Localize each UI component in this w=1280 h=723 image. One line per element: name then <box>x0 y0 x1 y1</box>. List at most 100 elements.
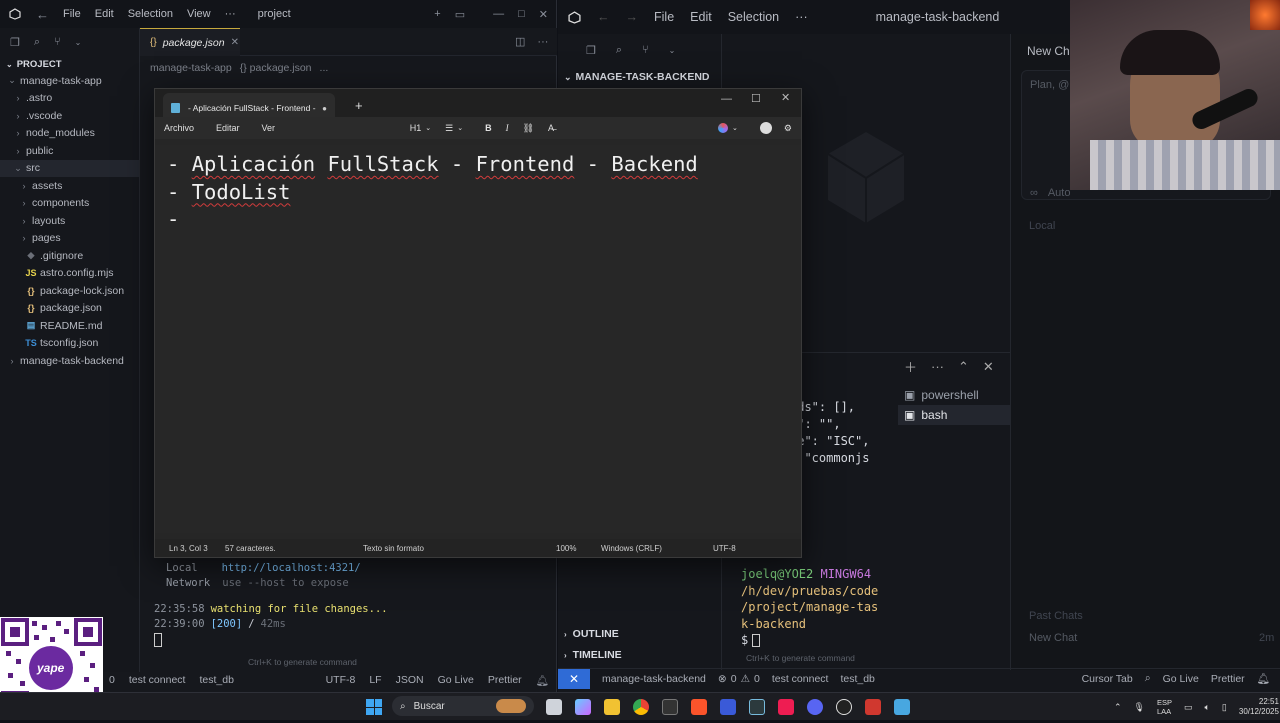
new-tab-icon[interactable]: + <box>355 98 363 113</box>
menu-more-icon[interactable]: ··· <box>225 8 236 20</box>
status-branch[interactable]: manage-task-backend <box>602 673 706 685</box>
tree-item[interactable]: › manage-task-backend <box>0 352 139 370</box>
chevron-down-icon[interactable]: ⌄ <box>75 38 82 47</box>
sidebar-header[interactable]: ⌄ PROJECT <box>0 56 139 72</box>
tree-item[interactable]: {} package-lock.json <box>0 282 139 300</box>
status-db-name[interactable]: test_db <box>199 674 233 686</box>
italic-icon[interactable]: I <box>506 123 509 133</box>
status-go-live[interactable]: Go Live <box>1163 673 1199 685</box>
menu-archivo[interactable]: Archivo <box>164 123 194 133</box>
source-control-icon[interactable]: ⑂ <box>642 44 649 56</box>
breadcrumb-folder[interactable]: manage-task-app <box>150 62 232 74</box>
menu-selection[interactable]: Selection <box>728 10 779 24</box>
explorer-header[interactable]: ⌄ MANAGE-TASK-BACKEND <box>558 66 721 88</box>
maximize-panel-icon[interactable]: ⌃ <box>958 359 969 375</box>
more-icon[interactable]: ··· <box>931 359 944 374</box>
menu-ver[interactable]: Ver <box>262 123 276 133</box>
terminal-local-url[interactable]: http://localhost:4321/ <box>222 562 361 574</box>
layout-icon[interactable]: ▭ <box>455 8 465 21</box>
infinity-icon[interactable]: ∞ <box>1030 187 1038 199</box>
network-icon[interactable]: ▭ <box>1184 702 1193 713</box>
link-icon[interactable]: ⛓ <box>523 123 534 134</box>
close-icon[interactable]: ✕ <box>539 8 548 21</box>
more-actions-icon[interactable]: ··· <box>537 36 548 48</box>
status-problems[interactable]: ⊗ 0 ⚠ 0 <box>718 673 760 685</box>
tree-item[interactable]: › node_modules <box>0 125 139 143</box>
menu-more-icon[interactable]: ··· <box>795 10 808 24</box>
notepad-app-icon[interactable] <box>894 699 910 715</box>
status-problems[interactable]: 0 <box>109 674 115 686</box>
status-eol[interactable]: LF <box>369 674 381 686</box>
search-icon[interactable]: ⌕ <box>34 36 40 49</box>
volume-icon[interactable]: 🔈︎ <box>1205 702 1210 713</box>
terminal-tab-bash[interactable]: ▣ bash <box>898 405 1010 425</box>
back-arrow-icon[interactable]: ← <box>36 7 49 22</box>
clear-format-icon[interactable]: A̶ <box>548 123 554 133</box>
tree-item[interactable]: ◆ .gitignore <box>0 247 139 265</box>
tree-item[interactable]: › assets <box>0 177 139 195</box>
status-db-connect[interactable]: test connect <box>129 674 186 686</box>
app-tf-icon[interactable] <box>865 699 881 715</box>
notepad-text-area[interactable]: - Aplicación FullStack - Frontend - Back… <box>155 145 801 533</box>
tree-item[interactable]: ▤ README.md <box>0 317 139 335</box>
terminal-tab-powershell[interactable]: ▣ powershell <box>898 385 1010 405</box>
menu-view[interactable]: View <box>187 8 211 20</box>
terminal-prompt[interactable]: joelq@YOE2 MINGW64 /h/dev/pruebas/code /… <box>741 566 878 649</box>
mic-icon[interactable]: 🎙︎ <box>1134 702 1145 713</box>
discord-icon[interactable] <box>807 699 823 715</box>
status-encoding[interactable]: UTF-8 <box>326 674 356 686</box>
breadcrumb-file[interactable]: {} package.json <box>240 62 312 74</box>
menu-editar[interactable]: Editar <box>216 123 240 133</box>
menu-file[interactable]: File <box>63 8 81 20</box>
tree-item[interactable]: › .vscode <box>0 107 139 125</box>
file-explorer-icon[interactable] <box>604 699 620 715</box>
breadcrumb-more[interactable]: ... <box>320 62 329 74</box>
status-zoom[interactable]: 100% <box>556 544 576 553</box>
clock[interactable]: 22:51 30/12/2025 <box>1239 697 1279 717</box>
tiktok-icon[interactable] <box>778 699 794 715</box>
cursor-active-icon[interactable] <box>749 699 765 715</box>
list-dropdown[interactable]: ☰ ⌄ <box>445 123 463 134</box>
chevron-down-icon[interactable]: ⌄ <box>669 46 676 55</box>
status-encoding[interactable]: UTF-8 <box>713 544 736 553</box>
close-icon[interactable]: ✕ <box>781 91 790 104</box>
model-selector[interactable]: Auto <box>1048 187 1071 199</box>
left-terminal[interactable]: Local http://localhost:4321/ Network use -… <box>166 560 361 590</box>
forward-arrow-icon[interactable]: → <box>626 10 639 24</box>
tree-item[interactable]: {} package.json <box>0 300 139 318</box>
bold-icon[interactable]: B <box>485 123 492 133</box>
local-selector[interactable]: Local <box>1029 220 1055 232</box>
close-panel-icon[interactable]: ✕ <box>983 359 994 375</box>
tree-item[interactable]: TS tsconfig.json <box>0 335 139 353</box>
files-icon[interactable]: ❐ <box>10 36 20 49</box>
copilot-icon[interactable] <box>718 123 729 133</box>
tree-item[interactable]: ⌄ manage-task-app <box>0 72 139 90</box>
windows-start-icon[interactable] <box>366 699 382 715</box>
back-arrow-icon[interactable]: ← <box>597 10 610 24</box>
outline-section[interactable]: › OUTLINE <box>564 628 619 640</box>
source-control-icon[interactable]: ⑂ <box>54 36 61 48</box>
maximize-icon[interactable]: □ <box>518 8 525 20</box>
status-db-connect[interactable]: test connect <box>772 673 829 685</box>
battery-icon[interactable]: ▯ <box>1222 702 1227 713</box>
chrome-icon[interactable] <box>633 699 649 715</box>
menu-edit[interactable]: Edit <box>95 8 114 20</box>
maximize-icon[interactable]: ☐ <box>751 92 761 105</box>
bell-icon[interactable]: 🔔︎ <box>1257 672 1270 685</box>
zoom-icon[interactable]: ⌕ <box>1145 672 1151 685</box>
menu-file[interactable]: File <box>654 10 674 24</box>
bell-icon[interactable]: 🔔︎ <box>536 674 549 687</box>
tree-item[interactable]: › public <box>0 142 139 160</box>
tree-item[interactable]: ⌄ src <box>0 159 139 177</box>
tray-chevron-icon[interactable]: ⌃ <box>1114 702 1122 713</box>
close-tab-icon[interactable]: ✕ <box>231 37 239 48</box>
settings-gear-icon[interactable]: ⚙ <box>784 123 792 134</box>
tree-item[interactable]: › components <box>0 195 139 213</box>
heading-dropdown[interactable]: H1 ⌄ <box>410 123 431 133</box>
status-prettier[interactable]: Prettier <box>488 674 522 686</box>
cursor-app-icon[interactable] <box>662 699 678 715</box>
status-go-live[interactable]: Go Live <box>438 674 474 686</box>
minimize-icon[interactable]: — <box>721 93 732 105</box>
chatgpt-icon[interactable] <box>836 699 852 715</box>
copilot-app-icon[interactable] <box>575 699 591 715</box>
